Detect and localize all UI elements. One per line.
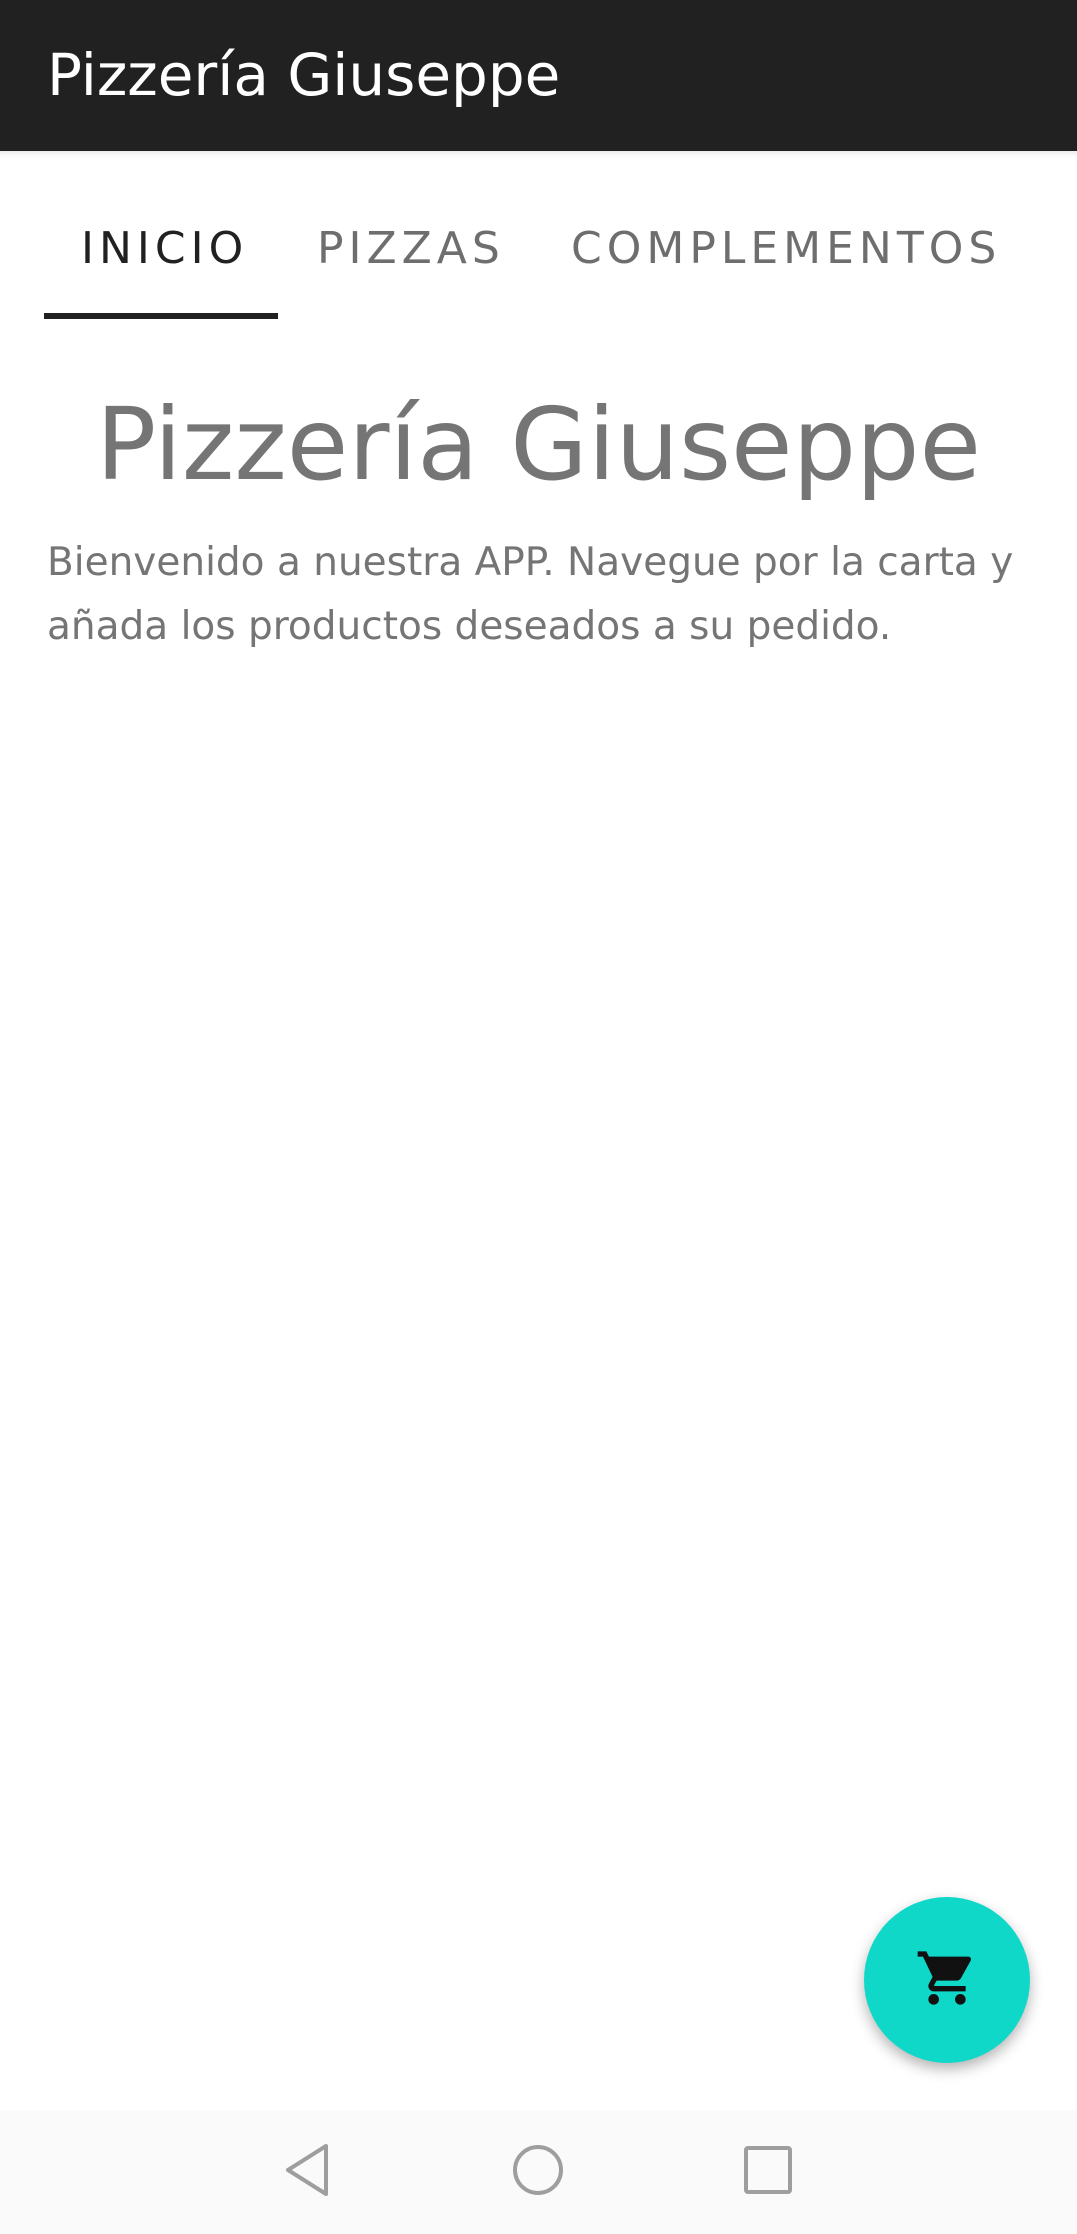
tab-inicio[interactable]: INICIO [81, 221, 248, 277]
page-title: Pizzería Giuseppe [95, 386, 982, 503]
cart-icon [915, 1946, 979, 2014]
app-title: Pizzería Giuseppe [47, 41, 561, 109]
back-triangle-icon [280, 2142, 336, 2202]
tab-bar: INICIO PIZZAS COMPLEMENTOS [0, 151, 1077, 321]
home-circle-icon [510, 2142, 566, 2202]
tab-complementos[interactable]: COMPLEMENTOS [571, 221, 1001, 277]
app-bar: Pizzería Giuseppe [0, 0, 1077, 151]
cart-button[interactable] [864, 1897, 1030, 2063]
recents-square-icon [740, 2142, 796, 2202]
recents-button[interactable] [736, 2140, 800, 2204]
system-nav-bar [0, 2110, 1077, 2234]
welcome-text: Bienvenido a nuestra APP. Navegue por la… [47, 540, 1014, 649]
back-button[interactable] [276, 2140, 340, 2204]
tab-indicator [44, 313, 278, 319]
home-button[interactable] [506, 2140, 570, 2204]
tab-pizzas[interactable]: PIZZAS [317, 221, 505, 277]
